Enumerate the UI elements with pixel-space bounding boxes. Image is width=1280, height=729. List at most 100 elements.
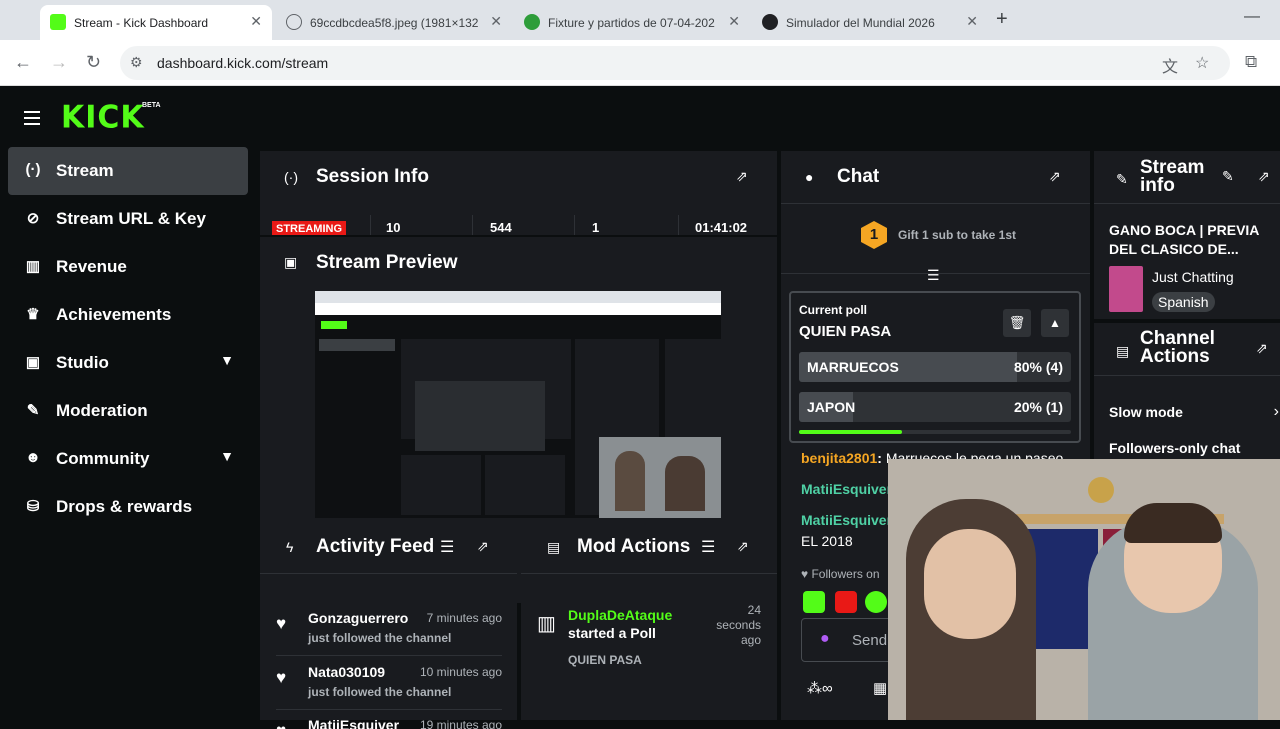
activity-feed-panel: ϟ Activity Feed ☰ ⇗ ♥ Gonzaguerrero 7 mi… (260, 521, 517, 729)
poll-heading: Current poll (799, 303, 867, 317)
close-icon[interactable]: ✕ (490, 13, 502, 30)
gift-icon: ⛁ (26, 498, 40, 515)
poll-option[interactable]: JAPON 20% (1) (799, 392, 1071, 422)
trophy-ball (1088, 477, 1114, 503)
tab-jpeg[interactable]: 69ccdbcdea5f8.jpeg (1981×132 ✕ (276, 5, 512, 40)
chevron-right-icon: › (1273, 403, 1279, 420)
emote-icon[interactable] (835, 591, 857, 613)
new-tab-icon[interactable]: + (996, 8, 1008, 31)
sidebar-item-revenue[interactable]: ▥ Revenue (8, 243, 248, 291)
mod-user[interactable]: DuplaDeAtaque (568, 607, 672, 623)
forward-icon[interactable]: → (50, 52, 68, 73)
preview-icon: ▣ (284, 254, 298, 270)
extensions-icon[interactable]: ⧉ (1245, 52, 1257, 72)
poll-question: QUIEN PASA (799, 323, 892, 340)
poll-timer (799, 430, 1071, 434)
emote-icon[interactable] (803, 591, 825, 613)
mod-actions-panel: ▤ Mod Actions ☰ ⇗ ▥ DuplaDeAtaque starte… (521, 521, 777, 720)
settings-icon[interactable]: ⁂∞ (807, 679, 833, 697)
stream-preview-video[interactable] (315, 291, 721, 518)
back-icon[interactable]: ← (14, 52, 32, 73)
minimize-icon[interactable]: — (1244, 8, 1260, 26)
site-settings-icon[interactable]: ⚙ (130, 54, 148, 72)
wrench-icon: ✎ (26, 402, 40, 419)
tab-title: 69ccdbcdea5f8.jpeg (1981×132 (310, 15, 479, 30)
microphone-icon[interactable]: ● (820, 630, 830, 648)
close-icon[interactable]: ✕ (966, 13, 978, 30)
sidebar: (·) Stream ⊘ Stream URL & Key ▥ Revenue … (8, 147, 248, 531)
tab-simulador[interactable]: Simulador del Mundial 2026 ✕ (752, 5, 988, 40)
trophy-icon: ♛ (26, 306, 40, 323)
broadcast-icon: (·) (25, 161, 41, 178)
poll-chart-icon: ▥ (537, 613, 556, 635)
gift-rank-badge: 1 (861, 221, 887, 249)
channel-action-followers-only[interactable]: Followers-only chat (1109, 440, 1279, 458)
sidebar-item-community[interactable]: ☻ Community ▼ (8, 435, 248, 483)
sidebar-item-label: Revenue (56, 257, 127, 276)
chat-username[interactable]: MatiiEsquiver (801, 481, 892, 497)
translate-icon[interactable]: 文 (1162, 53, 1178, 77)
chat-username[interactable]: benjita2801 (801, 450, 877, 466)
edit-icon[interactable]: ✎ (1222, 168, 1234, 185)
sidebar-item-stream[interactable]: (·) Stream (8, 147, 248, 195)
sidebar-item-stream-url[interactable]: ⊘ Stream URL & Key (8, 195, 248, 243)
popout-icon[interactable]: ⇗ (736, 168, 752, 184)
panel-title: Channel Actions (1140, 328, 1215, 367)
chevron-down-icon[interactable]: ▼ (220, 448, 234, 464)
sidebar-item-label: Achievements (56, 305, 172, 324)
delete-poll-icon[interactable]: 🗑 (1003, 309, 1031, 337)
filter-icon[interactable]: ☰ (701, 537, 715, 557)
kick-logo[interactable]: KICK (61, 99, 145, 136)
session-info-panel: (·) Session Info ⇗ STREAMING 10 544 1 01… (260, 151, 777, 235)
sidebar-item-studio[interactable]: ▣ Studio ▼ (8, 339, 248, 387)
gift-sub-text[interactable]: Gift 1 sub to take 1st (898, 228, 1016, 242)
mod-action-detail: QUIEN PASA (568, 653, 642, 667)
tab-fixture[interactable]: Fixture y partidos de 07-04-202 ✕ (514, 5, 750, 40)
follower-name[interactable]: Gonzaguerrero (308, 610, 408, 626)
kick-favicon-icon (50, 14, 66, 30)
follower-name[interactable]: Nata030109 (308, 664, 385, 680)
menu-icon[interactable] (24, 111, 40, 129)
event-text: just followed the channel (308, 631, 452, 645)
sidebar-item-achievements[interactable]: ♛ Achievements (8, 291, 248, 339)
chat-message: MatiiEsquiver (801, 481, 892, 497)
session-stats: STREAMING 10 544 1 01:41:02 (260, 215, 777, 235)
tab-kick-dashboard[interactable]: Stream - Kick Dashboard ✕ (40, 5, 272, 40)
studio-icon: ▣ (25, 354, 41, 371)
sidebar-item-drops[interactable]: ⛁ Drops & rewards (8, 483, 248, 531)
chat-username[interactable]: MatiiEsquiver (801, 512, 892, 528)
event-time: 10 minutes ago (419, 665, 502, 679)
channel-actions-panel: ▤ Channel Actions ⇗ Slow mode › Follower… (1094, 323, 1280, 459)
stat-value: 10 (386, 220, 401, 235)
poll-option[interactable]: MARRUECOS 80% (4) (799, 352, 1071, 382)
pinned-filter-icon[interactable]: ☰ (927, 267, 940, 284)
status-badge: STREAMING (272, 221, 346, 235)
popout-icon[interactable]: ⇗ (1258, 168, 1274, 184)
popout-icon[interactable]: ⇗ (477, 538, 493, 554)
close-icon[interactable]: ✕ (250, 13, 262, 30)
chevron-up-icon[interactable]: ▲ (1041, 309, 1069, 337)
panel-title: Chat (837, 166, 880, 187)
popout-icon[interactable]: ⇗ (1256, 340, 1272, 356)
channel-action-slow-mode[interactable]: Slow mode › (1109, 403, 1279, 422)
reload-icon[interactable]: ↻ (86, 52, 101, 73)
close-icon[interactable]: ✕ (728, 13, 740, 30)
popout-icon[interactable]: ⇗ (737, 538, 753, 554)
emote-icon[interactable] (865, 591, 887, 613)
chevron-down-icon[interactable]: ▼ (220, 352, 234, 368)
address-bar[interactable]: ⚙ dashboard.kick.com/stream 文 ☆ (120, 46, 1230, 80)
stat-value: 01:41:02 (695, 220, 748, 235)
filter-icon[interactable]: ☰ (440, 537, 454, 557)
tab-title: Simulador del Mundial 2026 (786, 15, 935, 30)
popout-icon[interactable]: ⇗ (1049, 168, 1065, 184)
category-name[interactable]: Just Chatting (1152, 269, 1234, 285)
bookmark-star-icon[interactable]: ☆ (1195, 53, 1209, 73)
beta-badge: BETA (142, 102, 161, 109)
channel-action-label: Slow mode (1109, 404, 1183, 420)
follower-name[interactable]: MatiiEsquiver (308, 717, 399, 729)
webcam-overlay (888, 459, 1280, 720)
sidebar-item-label: Moderation (56, 401, 148, 420)
store-icon[interactable]: ▦ (873, 679, 887, 697)
category-thumbnail[interactable] (1109, 266, 1143, 312)
sidebar-item-moderation[interactable]: ✎ Moderation (8, 387, 248, 435)
